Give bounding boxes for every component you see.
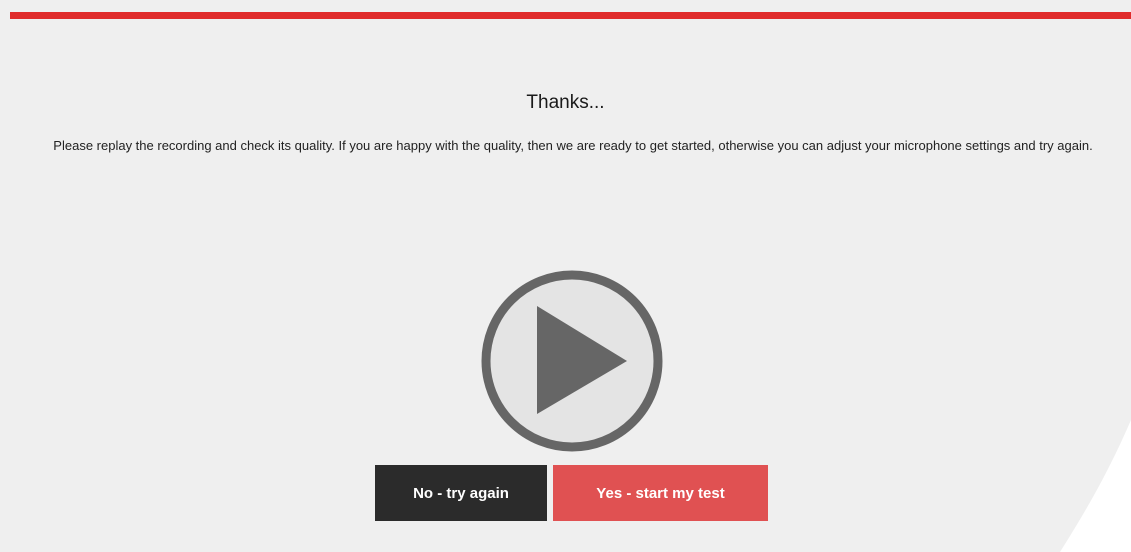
replay-recording-button[interactable] (477, 266, 667, 456)
play-circle-icon (477, 266, 667, 456)
page-title: Thanks... (526, 92, 605, 113)
start-test-button[interactable]: Yes - start my test (553, 465, 768, 521)
top-accent-bar (10, 12, 1131, 19)
instruction-text: Please replay the recording and check it… (53, 138, 1093, 153)
try-again-button[interactable]: No - try again (375, 465, 547, 521)
action-buttons: No - try again Yes - start my test (375, 465, 768, 521)
content-panel: Thanks... Please replay the recording an… (0, 0, 1131, 552)
